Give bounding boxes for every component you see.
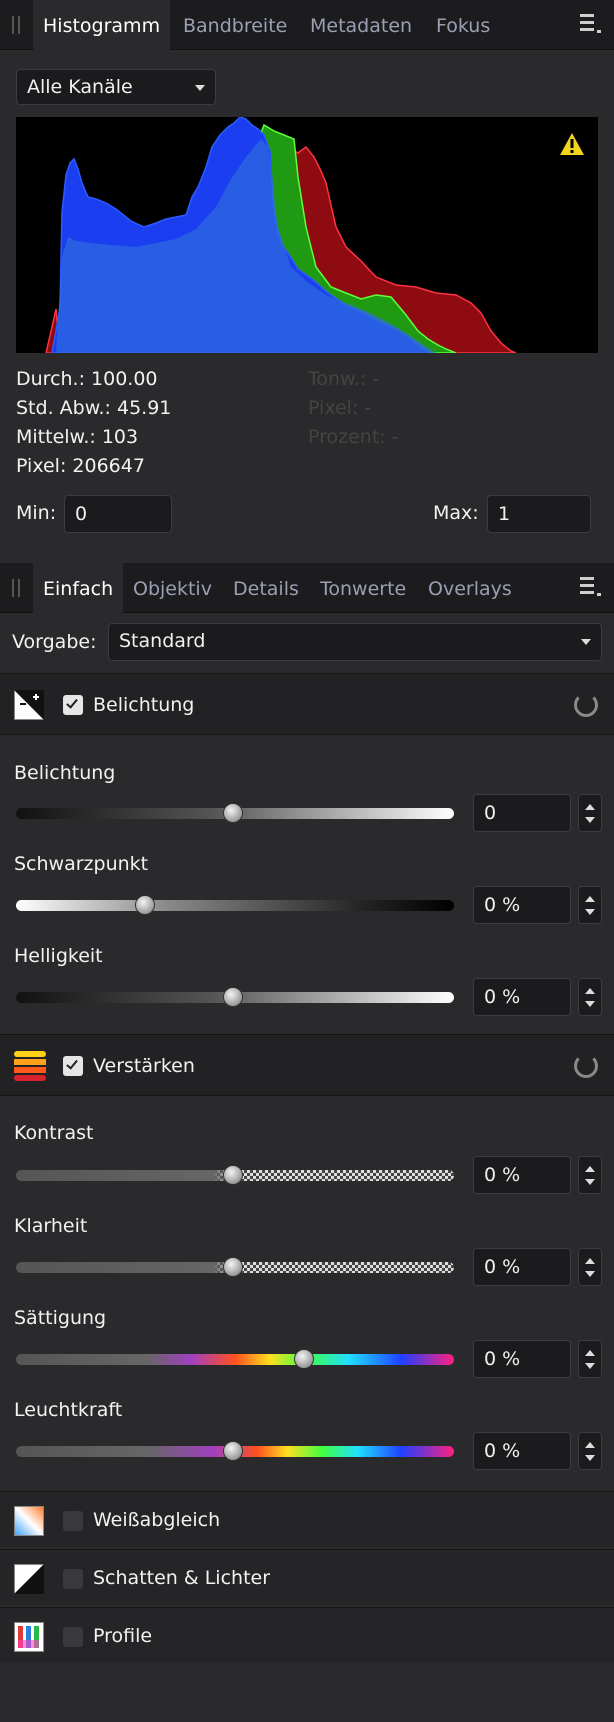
- chevron-down-icon: [581, 639, 591, 645]
- histogram-tabbar: Histogramm Bandbreite Metadaten Fokus: [0, 0, 614, 50]
- reset-icon[interactable]: [574, 693, 598, 717]
- enhance-section-title: Verstärken: [93, 1055, 195, 1077]
- tab-histogramm[interactable]: Histogramm: [33, 0, 171, 50]
- stat-pixel-count: Pixel: -: [308, 397, 372, 419]
- kontrast-value-input[interactable]: 0 %: [473, 1156, 571, 1194]
- panel-menu-icon[interactable]: [580, 575, 602, 597]
- exposure-enabled-checkbox[interactable]: [63, 695, 83, 715]
- profiles-checkbox[interactable]: [63, 1627, 83, 1647]
- slider-label-leuchtkraft: Leuchtkraft: [14, 1399, 123, 1421]
- channel-select-value: Alle Kanäle: [27, 76, 133, 98]
- saettigung-slider-handle[interactable]: [294, 1349, 314, 1369]
- exposure-section-title: Belichtung: [93, 694, 195, 716]
- klarheit-value-input[interactable]: 0 %: [473, 1248, 571, 1286]
- white-balance-icon: [14, 1506, 44, 1536]
- kontrast-slider-handle[interactable]: [223, 1165, 243, 1185]
- stat-percent: Prozent: -: [308, 426, 399, 448]
- belichtung-stepper[interactable]: [578, 794, 602, 832]
- section-header-exposure[interactable]: Belichtung: [0, 673, 614, 735]
- slider-label-klarheit: Klarheit: [14, 1215, 88, 1237]
- profiles-section-title: Profile: [93, 1625, 153, 1647]
- leuchtkraft-value-input[interactable]: 0 %: [473, 1432, 571, 1470]
- section-header-profiles[interactable]: Profile: [0, 1607, 614, 1663]
- histogram-luminosity: [56, 139, 436, 353]
- saettigung-slider[interactable]: [16, 1354, 454, 1365]
- max-label: Max:: [433, 502, 479, 524]
- leuchtkraft-slider-handle[interactable]: [223, 1441, 243, 1461]
- section-header-white-balance[interactable]: Weißabgleich: [0, 1491, 614, 1547]
- klarheit-slider-handle[interactable]: [223, 1257, 243, 1277]
- shadows-highlights-section-title: Schatten & Lichter: [93, 1567, 271, 1589]
- white-balance-checkbox[interactable]: [63, 1511, 83, 1531]
- tab-details[interactable]: Details: [233, 563, 299, 613]
- panel-empty-area: [0, 1663, 614, 1722]
- min-label: Min:: [16, 502, 57, 524]
- max-input[interactable]: 1: [487, 495, 591, 533]
- preset-select[interactable]: Standard: [108, 623, 602, 661]
- chevron-down-icon: [195, 85, 205, 91]
- slider-label-schwarzpunkt: Schwarzpunkt: [14, 853, 149, 875]
- tab-tonwerte[interactable]: Tonwerte: [320, 563, 406, 613]
- tab-bandbreite[interactable]: Bandbreite: [183, 0, 287, 50]
- channel-select[interactable]: Alle Kanäle: [16, 69, 216, 105]
- helligkeit-value-input[interactable]: 0 %: [473, 978, 571, 1016]
- reset-icon[interactable]: [574, 1054, 598, 1078]
- exposure-icon: [14, 690, 44, 720]
- enhance-icon: [14, 1051, 46, 1081]
- slider-label-helligkeit: Helligkeit: [14, 945, 103, 967]
- develop-tabbar: Einfach Objektiv Details Tonwerte Overla…: [0, 563, 614, 613]
- belichtung-value-input[interactable]: 0: [473, 794, 571, 832]
- shadows-highlights-checkbox[interactable]: [63, 1569, 83, 1589]
- tab-objektiv[interactable]: Objektiv: [133, 563, 212, 613]
- slider-label-kontrast: Kontrast: [14, 1122, 94, 1144]
- enhance-enabled-checkbox[interactable]: [63, 1056, 83, 1076]
- stat-mean: Durch.: 100.00: [16, 368, 158, 390]
- panel-menu-icon[interactable]: [580, 12, 602, 34]
- helligkeit-stepper[interactable]: [578, 978, 602, 1016]
- panel-grip-handle[interactable]: [12, 579, 20, 597]
- tab-overlays[interactable]: Overlays: [428, 563, 512, 613]
- stat-median: Mittelw.: 103: [16, 426, 139, 448]
- section-header-shadows-highlights[interactable]: Schatten & Lichter: [0, 1549, 614, 1605]
- stat-std-dev: Std. Abw.: 45.91: [16, 397, 172, 419]
- tab-einfach[interactable]: Einfach: [33, 563, 124, 613]
- schwarzpunkt-slider-handle[interactable]: [135, 895, 155, 915]
- preset-select-value: Standard: [119, 630, 206, 652]
- saettigung-value-input[interactable]: 0 %: [473, 1340, 571, 1378]
- histogram-graph: [16, 117, 598, 353]
- tab-metadaten[interactable]: Metadaten: [310, 0, 412, 50]
- shadows-highlights-icon: [14, 1564, 44, 1594]
- schwarzpunkt-slider[interactable]: [16, 900, 454, 911]
- panel-grip-handle[interactable]: [12, 16, 20, 34]
- belichtung-slider-handle[interactable]: [223, 803, 243, 823]
- saettigung-stepper[interactable]: [578, 1340, 602, 1378]
- tab-fokus[interactable]: Fokus: [436, 0, 490, 50]
- schwarzpunkt-stepper[interactable]: [578, 886, 602, 924]
- leuchtkraft-stepper[interactable]: [578, 1432, 602, 1470]
- kontrast-stepper[interactable]: [578, 1156, 602, 1194]
- profiles-icon: [14, 1622, 44, 1652]
- klarheit-stepper[interactable]: [578, 1248, 602, 1286]
- white-balance-section-title: Weißabgleich: [93, 1509, 221, 1531]
- slider-label-saettigung: Sättigung: [14, 1307, 107, 1329]
- schwarzpunkt-value-input[interactable]: 0 %: [473, 886, 571, 924]
- slider-label-belichtung: Belichtung: [14, 762, 116, 784]
- helligkeit-slider-handle[interactable]: [223, 987, 243, 1007]
- preset-label: Vorgabe:: [12, 631, 97, 653]
- section-header-enhance[interactable]: Verstärken: [0, 1034, 614, 1096]
- stat-tone-value: Tonw.: -: [308, 368, 380, 390]
- clipping-warning-icon: [560, 133, 584, 155]
- stat-pixels: Pixel: 206647: [16, 455, 145, 477]
- min-input[interactable]: 0: [64, 495, 172, 533]
